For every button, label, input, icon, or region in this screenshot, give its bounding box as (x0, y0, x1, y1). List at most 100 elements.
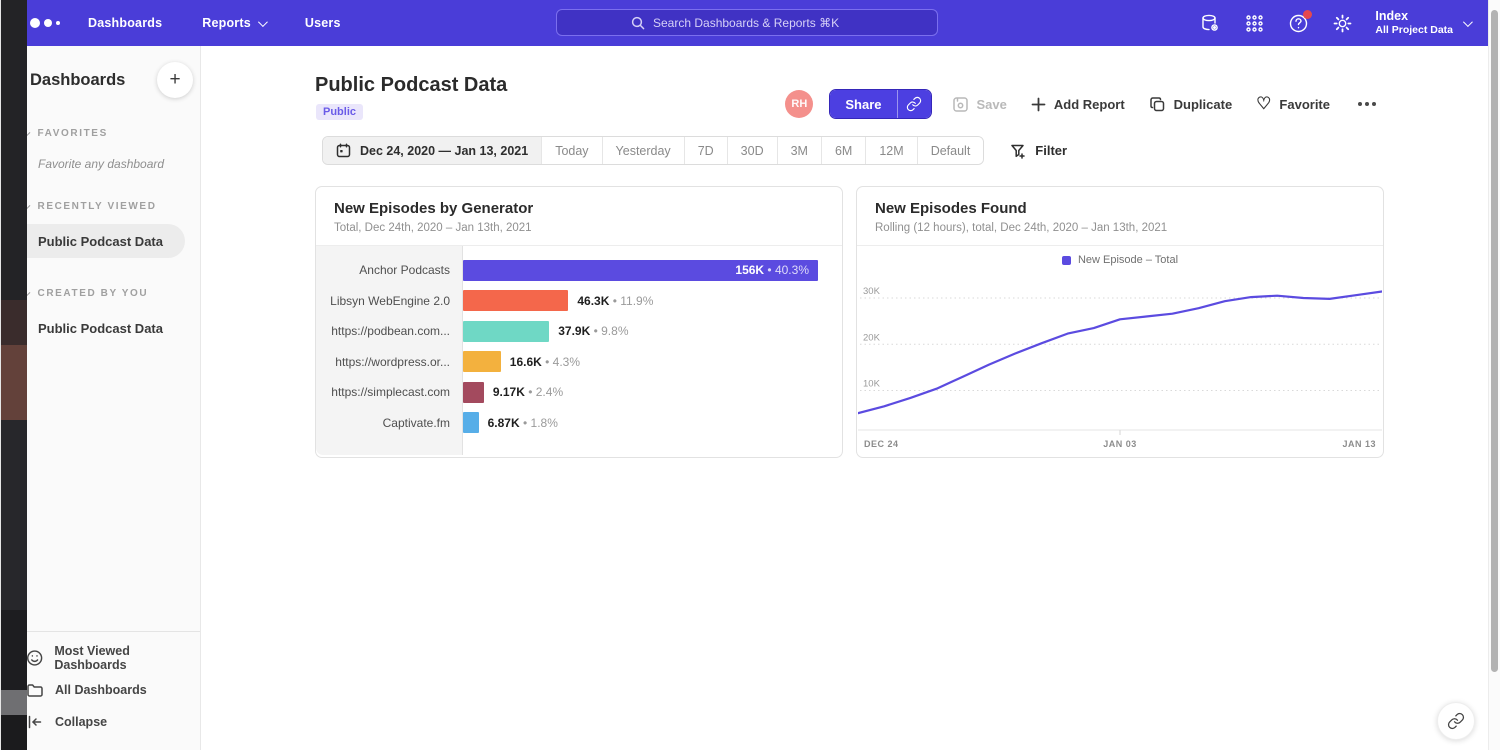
date-preset-7d[interactable]: 7D (684, 137, 727, 164)
card-new-episodes-found: New Episodes Found Rolling (12 hours), t… (856, 186, 1384, 458)
global-search[interactable] (556, 9, 938, 36)
bar-segment[interactable]: 156K • 40.3% (463, 260, 818, 281)
section-header-recently-viewed[interactable]: RECENTLY VIEWED (8, 197, 200, 216)
bar-row: Anchor Podcasts156K • 40.3% (316, 255, 842, 286)
section-header-created-by-you[interactable]: CREATED BY YOU (8, 284, 200, 303)
x-axis-tick: JAN 03 (1103, 439, 1137, 449)
bar-row: https://podbean.com... 37.9K • 9.8% (316, 316, 842, 347)
sidebar-footer: Most Viewed Dashboards All Dashboards Co… (8, 631, 200, 750)
header-actions: RH Share Save Add Report Duplicate ♡ (785, 89, 1380, 119)
favorite-button[interactable]: ♡ Favorite (1256, 97, 1330, 112)
project-switcher[interactable]: Index All Project Data (1375, 9, 1470, 37)
date-range-label: Dec 24, 2020 — Jan 13, 2021 (360, 144, 528, 158)
favorite-label: Favorite (1279, 97, 1330, 112)
bar-row: https://simplecast.com9.17K • 2.4% (316, 377, 842, 408)
card-subtitle: Total, Dec 24th, 2020 – Jan 13th, 2021 (334, 222, 824, 234)
bar-segment[interactable] (463, 382, 484, 403)
footer-item-label: Collapse (55, 715, 107, 729)
footer-item-label: All Dashboards (55, 683, 147, 697)
date-preset-3m[interactable]: 3M (777, 137, 821, 164)
sidebar-item-public-podcast-data[interactable]: Public Podcast Data (8, 311, 200, 345)
bar-category-label: Captivate.fm (316, 416, 463, 430)
search-input[interactable] (653, 16, 863, 30)
date-preset-today[interactable]: Today (541, 137, 601, 164)
nav-item-dashboards[interactable]: Dashboards (88, 16, 162, 30)
nav-item-users[interactable]: Users (305, 16, 341, 30)
bar-segment[interactable] (463, 290, 568, 311)
more-options-button[interactable] (1354, 98, 1380, 110)
date-preset-30d[interactable]: 30D (727, 137, 777, 164)
mixpanel-logo-icon[interactable] (30, 18, 60, 28)
sidebar-section-recently-viewed: RECENTLY VIEWED Public Podcast Data (8, 197, 200, 258)
section-header-favorites[interactable]: FAVORITES (8, 124, 200, 143)
apps-grid-icon[interactable] (1243, 12, 1265, 34)
nav-item-reports[interactable]: Reports (202, 16, 265, 30)
filter-funnel-icon (1010, 143, 1026, 159)
date-toolbar: Dec 24, 2020 — Jan 13, 2021 TodayYesterd… (322, 136, 1067, 165)
search-icon (631, 16, 645, 30)
share-button[interactable]: Share (830, 90, 896, 118)
date-preset-12m[interactable]: 12M (865, 137, 916, 164)
x-axis-tick: DEC 24 (864, 439, 899, 449)
filter-button[interactable]: Filter (1010, 143, 1067, 159)
date-preset-yesterday[interactable]: Yesterday (602, 137, 684, 164)
copy-link-button[interactable] (897, 90, 931, 118)
bar-category-label: https://simplecast.com (316, 385, 463, 399)
plus-icon (1031, 97, 1046, 112)
duplicate-button[interactable]: Duplicate (1149, 96, 1233, 113)
bar-value-label: 37.9K • 9.8% (558, 324, 628, 338)
bar-category-label: Libsyn WebEngine 2.0 (316, 294, 463, 308)
card-title: New Episodes by Generator (334, 200, 824, 217)
sidebar-section-created-by-you: CREATED BY YOU Public Podcast Data (8, 284, 200, 345)
avatar[interactable]: RH (785, 90, 813, 118)
bar-value-label: 6.87K • 1.8% (488, 416, 558, 430)
bar-row: Libsyn WebEngine 2.0 46.3K • 11.9% (316, 286, 842, 317)
notification-badge (1303, 10, 1312, 19)
date-range-button[interactable]: Dec 24, 2020 — Jan 13, 2021 (323, 137, 541, 164)
bar-row: Captivate.fm 6.87K • 1.8% (316, 408, 842, 439)
bar-segment[interactable] (463, 412, 479, 433)
sidebar: Dashboards + FAVORITES Favorite any dash… (8, 46, 201, 750)
nav-item-label: Reports (202, 16, 251, 30)
bar-value-label: 156K • 40.3% (735, 263, 809, 277)
background-window-sliver (0, 0, 8, 750)
most-viewed-dashboards-button[interactable]: Most Viewed Dashboards (8, 642, 200, 674)
link-icon (1447, 712, 1465, 730)
bar-category-label: https://podbean.com... (316, 324, 463, 338)
link-icon (906, 96, 922, 112)
bar-value-label: 46.3K • 11.9% (577, 294, 653, 308)
sidebar-section-favorites: FAVORITES Favorite any dashboard (8, 124, 200, 171)
bar-segment[interactable] (463, 351, 501, 372)
help-icon[interactable] (1287, 12, 1309, 34)
project-subtitle: All Project Data (1375, 24, 1453, 37)
share-link-fab[interactable] (1437, 702, 1475, 740)
share-split-button: Share (829, 89, 931, 119)
page-title: Public Podcast Data (315, 74, 507, 97)
line-chart-plot[interactable]: 10K20K30KDEC 24JAN 03JAN 13 (858, 272, 1382, 454)
bar-row: https://wordpress.or...16.6K • 4.3% (316, 347, 842, 378)
y-axis-tick: 10K (863, 379, 881, 390)
data-management-icon[interactable] (1199, 12, 1221, 34)
bar-segment[interactable] (463, 321, 549, 342)
card-new-episodes-by-generator: New Episodes by Generator Total, Dec 24t… (315, 186, 843, 458)
all-dashboards-button[interactable]: All Dashboards (8, 674, 200, 706)
add-report-button[interactable]: Add Report (1031, 97, 1125, 112)
scrollbar-thumb[interactable] (1491, 10, 1498, 672)
favorites-empty-text: Favorite any dashboard (38, 157, 200, 171)
filter-label: Filter (1035, 143, 1067, 158)
line-chart-svg: 10K20K30KDEC 24JAN 03JAN 13 (858, 272, 1382, 454)
sidebar-item-public-podcast-data[interactable]: Public Podcast Data (8, 224, 185, 258)
save-button[interactable]: Save (952, 96, 1007, 113)
add-dashboard-button[interactable]: + (157, 62, 193, 98)
card-subtitle: Rolling (12 hours), total, Dec 24th, 202… (875, 222, 1365, 234)
collapse-icon (26, 713, 44, 731)
top-nav: Dashboards Reports Users (8, 0, 1488, 46)
x-axis-tick: JAN 13 (1342, 439, 1376, 449)
gear-icon[interactable] (1331, 12, 1353, 34)
date-preset-default[interactable]: Default (917, 137, 984, 164)
line-series-new-episode-total[interactable] (858, 292, 1382, 414)
chart-legend: New Episode – Total (857, 246, 1383, 266)
date-preset-6m[interactable]: 6M (821, 137, 865, 164)
collapse-sidebar-button[interactable]: Collapse (8, 706, 200, 738)
bar-category-label: https://wordpress.or... (316, 355, 463, 369)
